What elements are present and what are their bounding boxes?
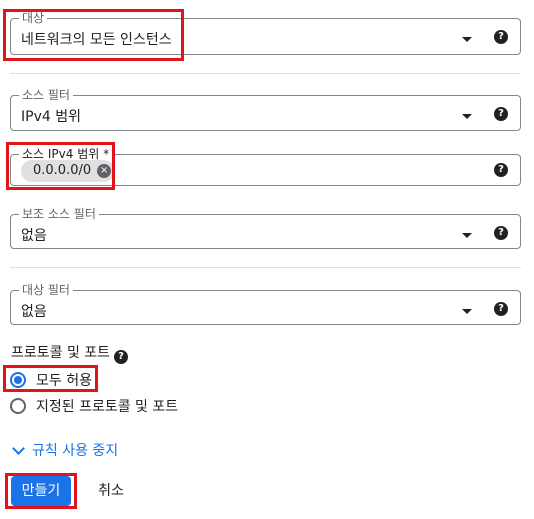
help-icon[interactable]: ? xyxy=(494,30,508,44)
radio-specified-protocols[interactable]: 지정된 프로토콜 및 포트 xyxy=(10,396,178,416)
radio-specified-protocols-label: 지정된 프로토콜 및 포트 xyxy=(36,399,179,415)
divider xyxy=(10,73,521,74)
disable-rule-label: 규칙 사용 중지 xyxy=(32,443,119,459)
dropdown-arrow-icon[interactable] xyxy=(462,309,472,314)
secondary-source-filter-value: 없음 xyxy=(21,228,47,244)
secondary-source-filter-label: 보조 소스 필터 xyxy=(19,206,99,222)
target-filter-value: 없음 xyxy=(21,304,47,320)
radio-checked-icon[interactable] xyxy=(10,372,26,388)
help-icon[interactable]: ? xyxy=(494,226,508,240)
source-filter-label: 소스 필터 xyxy=(19,87,73,103)
help-icon[interactable]: ? xyxy=(494,163,508,177)
help-icon[interactable]: ? xyxy=(494,302,508,316)
protocols-and-ports-heading: 프로토콜 및 포트? xyxy=(11,344,129,364)
create-button[interactable]: 만들기 xyxy=(11,476,71,506)
dropdown-arrow-icon[interactable] xyxy=(462,37,472,42)
cancel-button[interactable]: 취소 xyxy=(85,476,137,506)
disable-rule-toggle[interactable]: 규칙 사용 중지 xyxy=(11,440,118,460)
chip-remove-icon[interactable]: × xyxy=(97,164,112,178)
source-ipv4-ranges-input[interactable]: 소스 IPv4 범위 * 0.0.0.0/0 × ? xyxy=(10,146,521,186)
protocols-and-ports-title: 프로토콜 및 포트 xyxy=(11,345,111,361)
target-label: 대상 xyxy=(19,10,48,26)
help-icon[interactable]: ? xyxy=(494,107,508,121)
dropdown-arrow-icon[interactable] xyxy=(462,233,472,238)
ip-range-chip-label: 0.0.0.0/0 xyxy=(33,163,92,178)
radio-allow-all-label: 모두 허용 xyxy=(36,373,92,389)
radio-allow-all[interactable]: 모두 허용 xyxy=(10,370,92,390)
target-select[interactable]: 대상 네트워크의 모든 인스턴스 ? xyxy=(10,10,521,55)
target-filter-label: 대상 필터 xyxy=(19,282,73,298)
chevron-down-icon xyxy=(12,441,25,455)
source-filter-select[interactable]: 소스 필터 IPv4 범위 ? xyxy=(10,87,521,131)
radio-unchecked-icon[interactable] xyxy=(10,398,26,414)
divider xyxy=(10,267,521,268)
target-filter-select[interactable]: 대상 필터 없음 ? xyxy=(10,282,521,325)
source-filter-value: IPv4 범위 xyxy=(21,109,81,125)
ip-range-chip[interactable]: 0.0.0.0/0 × xyxy=(21,160,116,182)
dropdown-arrow-icon[interactable] xyxy=(462,114,472,119)
target-value: 네트워크의 모든 인스턴스 xyxy=(21,32,172,48)
help-icon[interactable]: ? xyxy=(114,350,129,364)
secondary-source-filter-select[interactable]: 보조 소스 필터 없음 ? xyxy=(10,206,521,249)
